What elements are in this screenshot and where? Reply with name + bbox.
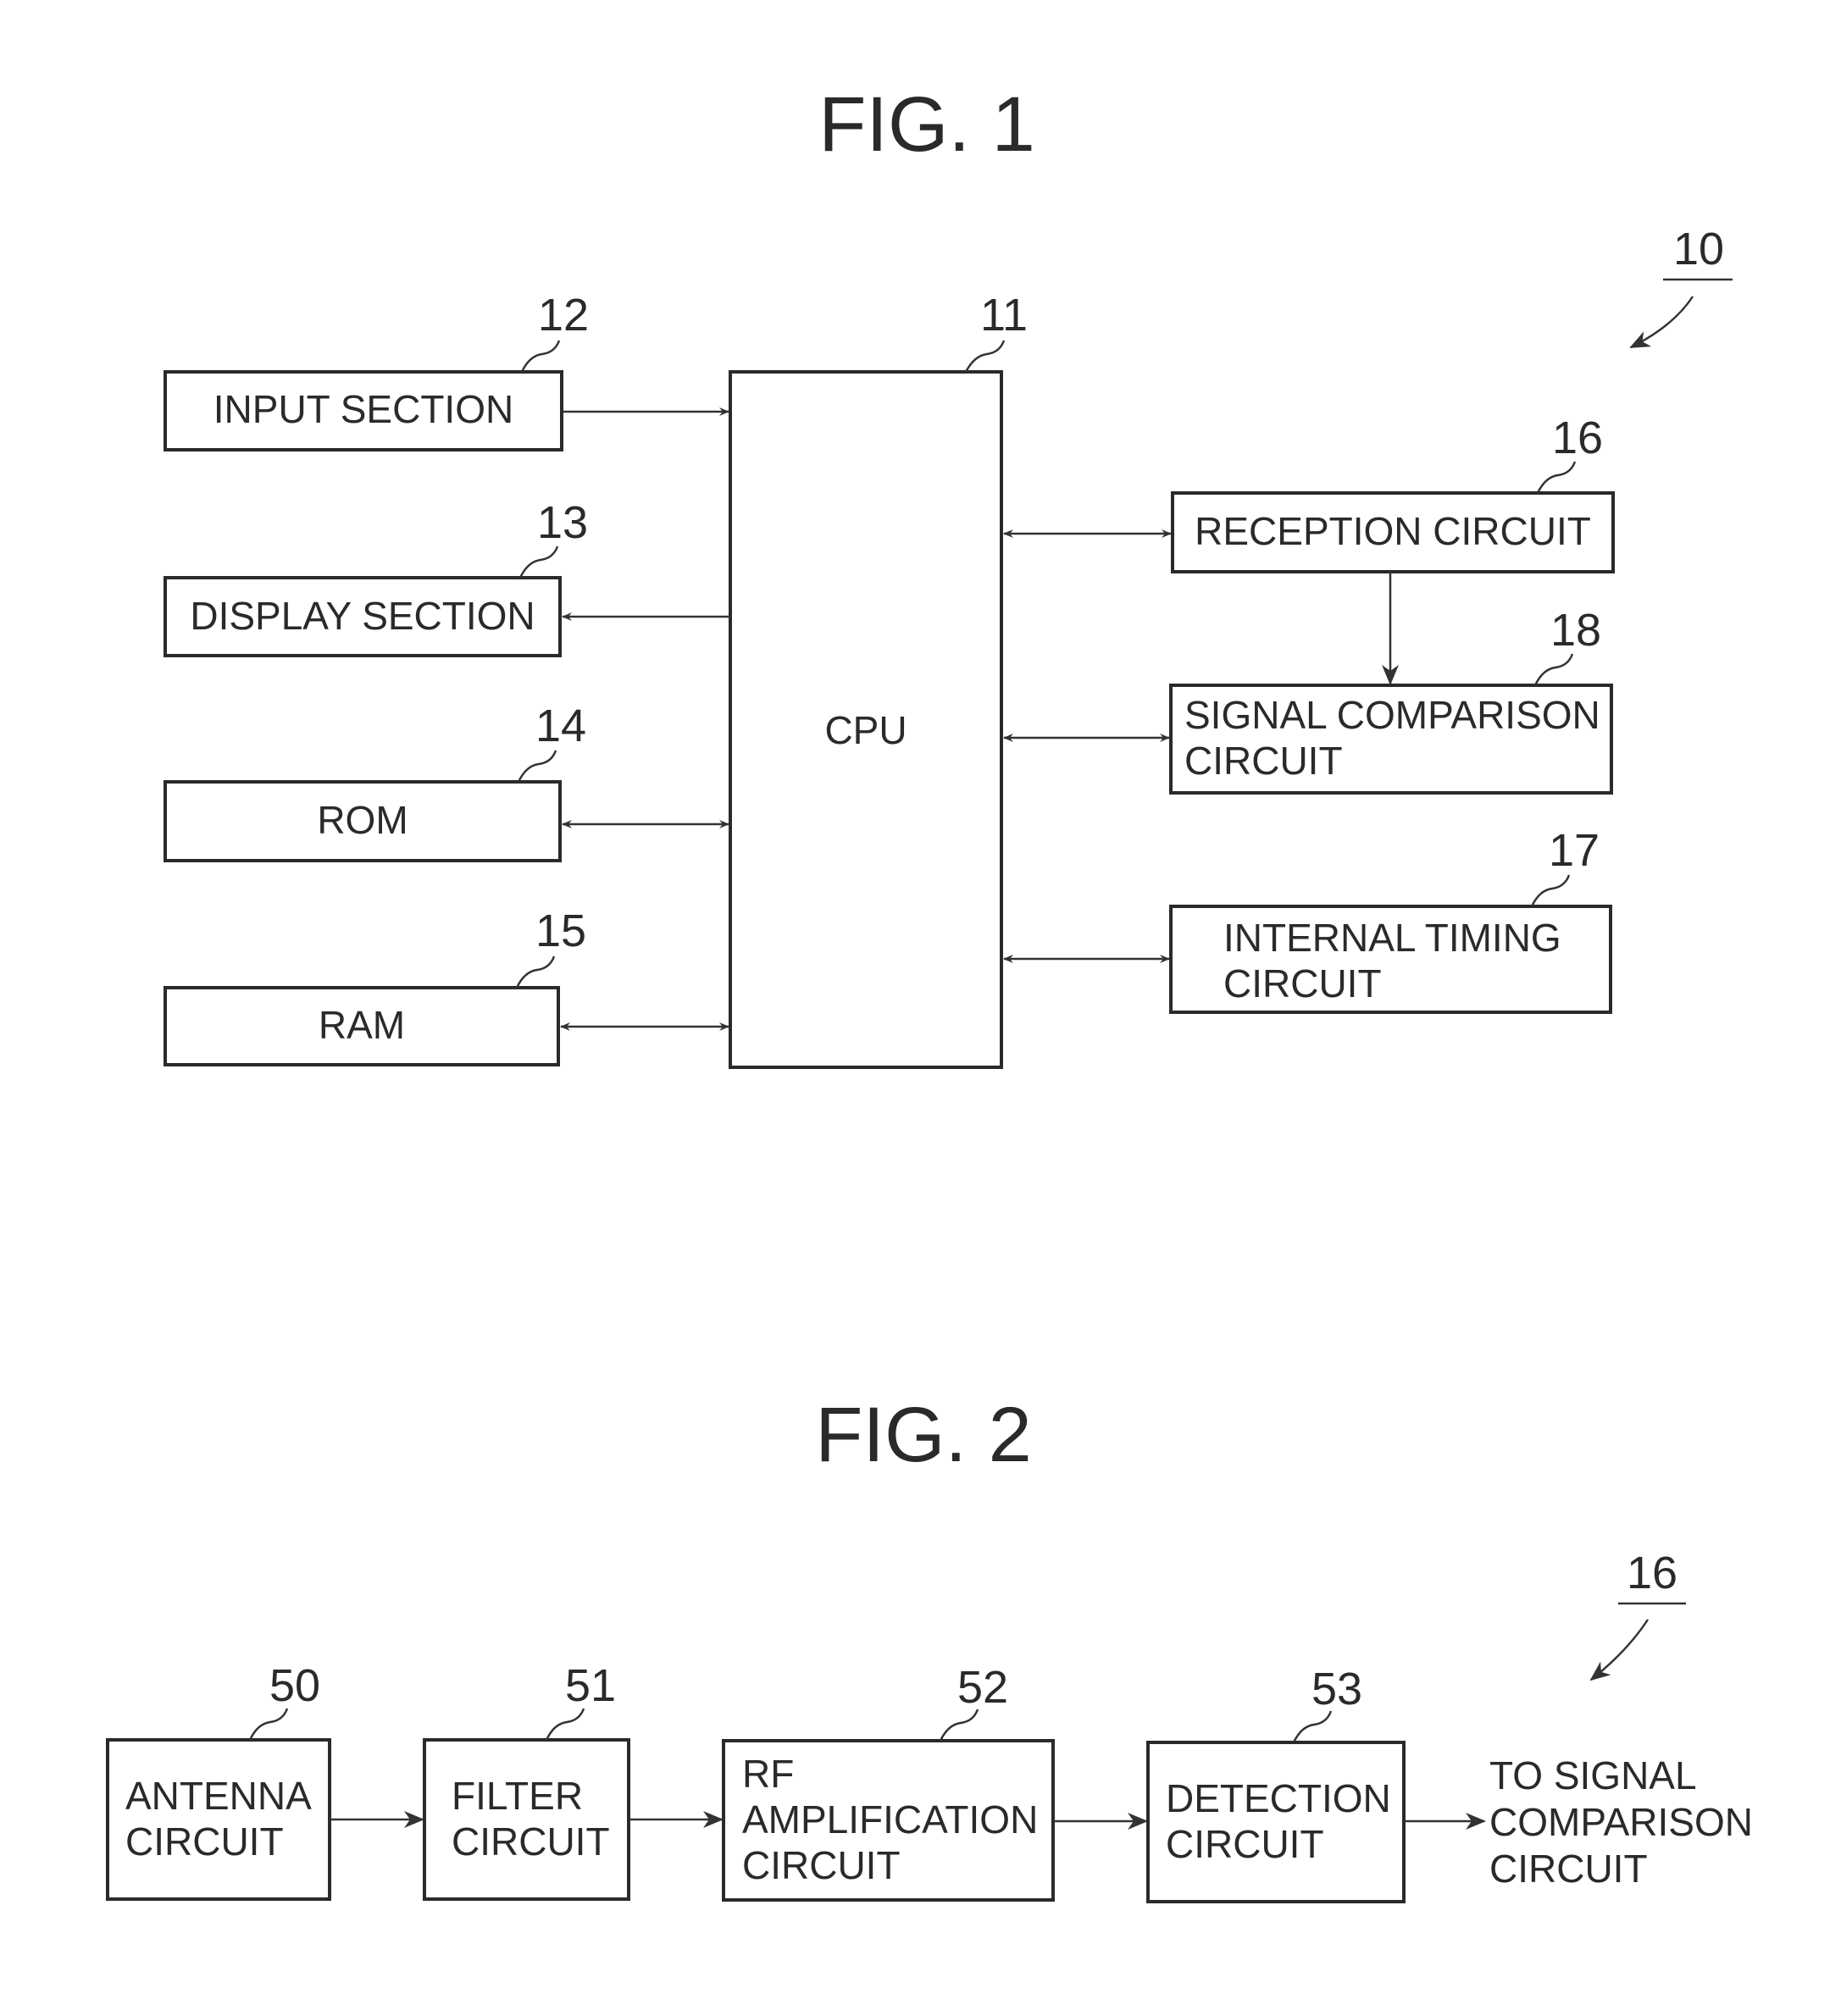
filter-label-line1: FILTER [452,1774,583,1818]
rf-amplification-label-line3: CIRCUIT [742,1843,901,1887]
block-reception-circuit: RECEPTION CIRCUIT 16 [1171,413,1615,573]
ram-ref-leader [515,955,556,989]
ref-number: 16 [1627,1548,1677,1598]
internal-timing-label-line2: CIRCUIT [1223,961,1382,1005]
block-ram: RAM 15 [164,906,586,1066]
filter-label-line2: CIRCUIT [452,1819,610,1864]
display-section-ref: 13 [537,497,588,548]
reception-circuit-ref: 16 [1552,413,1603,463]
cpu-label: CPU [824,708,907,752]
timing-ref-leader [1530,874,1571,907]
input-section-label: INPUT SECTION [213,387,513,431]
detection-ref-leader [1292,1710,1333,1743]
block-antenna-circuit: ANTENNA CIRCUIT 50 [106,1660,331,1901]
comparison-ref-leader [1533,653,1574,686]
filter-ref: 51 [565,1660,616,1711]
rf-amplification-label-line2: AMPLIFICATION [742,1797,1038,1842]
reception-circuit-label: RECEPTION CIRCUIT [1195,509,1591,553]
rom-ref-leader [517,750,557,783]
signal-comparison-ref: 18 [1550,605,1601,656]
internal-timing-label-line1: INTERNAL TIMING [1223,916,1561,960]
block-rom: ROM 14 [164,701,586,862]
block-cpu: CPU 11 [729,290,1028,1069]
signal-comparison-label-line2: CIRCUIT [1184,739,1343,783]
reception-ref-leader [1536,461,1577,494]
block-detection-circuit: DETECTION CIRCUIT 53 [1146,1664,1406,1903]
block-internal-timing-circuit: INTERNAL TIMING CIRCUIT 17 [1169,825,1612,1014]
rf-amplification-ref: 52 [957,1662,1008,1713]
ref-number: 10 [1673,224,1724,274]
cpu-ref: 11 [980,290,1028,341]
filter-ref-leader [545,1708,585,1741]
signal-comparison-label-line1: SIGNAL COMPARISON [1184,693,1600,737]
block-filter-circuit: FILTER CIRCUIT 51 [423,1660,630,1901]
output-label-line2: COMPARISON [1489,1800,1753,1844]
rom-ref: 14 [535,701,586,751]
detection-label-line2: CIRCUIT [1166,1822,1324,1866]
antenna-ref-leader [248,1708,289,1741]
ref-arrow-icon [1589,1619,1650,1681]
rfamp-ref-leader [939,1709,979,1742]
ref-arrow-icon [1629,296,1694,349]
antenna-label-line2: CIRCUIT [125,1819,284,1864]
detection-ref: 53 [1311,1664,1362,1714]
antenna-ref: 50 [269,1660,320,1711]
figure-1-title: FIG. 1 [818,81,1035,168]
output-label-line3: CIRCUIT [1489,1847,1648,1891]
block-input-section: INPUT SECTION 12 [164,290,589,451]
system-ref-16: 16 [1589,1548,1686,1681]
block-display-section: DISPLAY SECTION 13 [164,497,588,657]
input-section-ref: 12 [538,290,589,341]
ram-label: RAM [319,1003,405,1047]
output-label-line1: TO SIGNAL [1489,1753,1697,1797]
antenna-label-line1: ANTENNA [125,1774,312,1818]
cpu-ref-leader [964,340,1006,373]
system-ref-10: 10 [1629,224,1733,349]
display-ref-leader [518,546,559,579]
block-rf-amplification-circuit: RF AMPLIFICATION CIRCUIT 52 [722,1662,1055,1902]
output-destination-label: TO SIGNAL COMPARISON CIRCUIT [1489,1753,1753,1891]
figure-2: FIG. 2 16 ANTENNA CIRCUIT 50 FILTER CIRC… [106,1392,1753,1903]
rom-label: ROM [317,798,408,842]
input-ref-leader [520,340,561,373]
patent-drawing-sheet: FIG. 1 10 CPU 11 INPUT SECTION 12 DISPLA… [106,81,1753,1903]
detection-label-line1: DETECTION [1166,1776,1391,1820]
display-section-label: DISPLAY SECTION [190,594,535,638]
rf-amplification-label-line1: RF [742,1752,794,1796]
figure-1: FIG. 1 10 CPU 11 INPUT SECTION 12 DISPLA… [164,81,1733,1069]
ram-ref: 15 [535,906,586,956]
internal-timing-ref: 17 [1549,825,1600,876]
figure-2-title: FIG. 2 [815,1392,1032,1478]
